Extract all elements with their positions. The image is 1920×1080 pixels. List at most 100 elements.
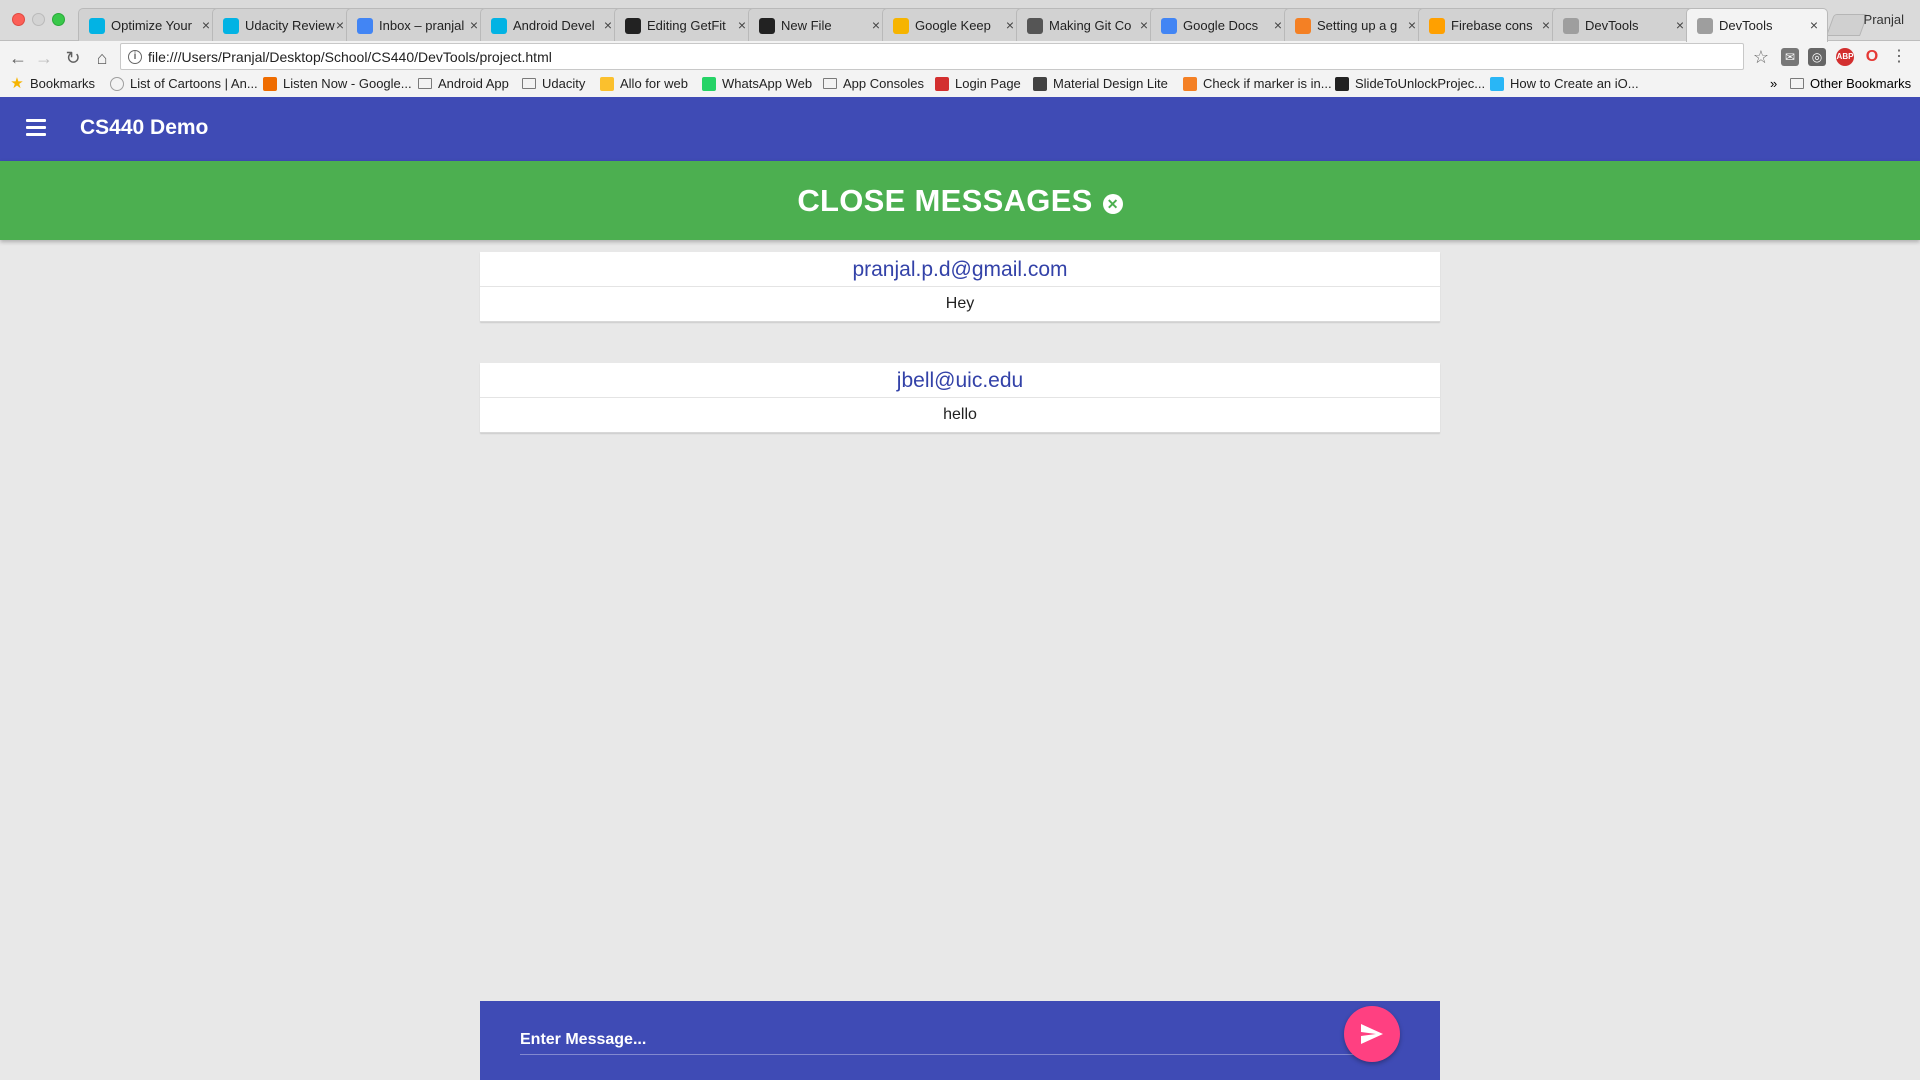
browser-tab[interactable]: New File × — [748, 8, 890, 41]
message-card: pranjal.p.d@gmail.com Hey — [480, 252, 1440, 322]
browser-tab[interactable]: Optimize Your × — [78, 8, 220, 41]
tab-label: Inbox – pranjal — [379, 18, 465, 33]
bookmark-label: List of Cartoons | An... — [130, 76, 258, 91]
browser-tab[interactable]: DevTools × — [1552, 8, 1694, 41]
browser-tab[interactable]: Udacity Review × — [212, 8, 354, 41]
message-input[interactable] — [520, 1025, 1378, 1055]
page-icon — [1563, 18, 1579, 34]
github-icon — [1335, 76, 1349, 91]
app-bar: CS440 Demo — [0, 97, 1920, 161]
bookmark-item[interactable]: Login Page — [935, 76, 1021, 91]
whatsapp-icon — [702, 76, 716, 91]
bookmark-item[interactable]: Check if marker is in... — [1183, 76, 1332, 91]
browser-tab[interactable]: DevTools × — [1686, 8, 1828, 42]
tab-label: Setting up a g — [1317, 18, 1398, 33]
tab-close-icon[interactable]: × — [1676, 17, 1684, 33]
tab-close-icon[interactable]: × — [1810, 17, 1818, 33]
info-icon[interactable]: i — [128, 50, 142, 64]
tab-close-icon[interactable]: × — [738, 17, 746, 33]
udacity-icon — [491, 18, 507, 34]
profile-name[interactable]: Pranjal — [1864, 12, 1904, 27]
udacity-icon — [89, 18, 105, 34]
tab-label: Editing GetFit — [647, 18, 726, 33]
window-close-button[interactable] — [12, 13, 25, 26]
tab-close-icon[interactable]: × — [872, 17, 880, 33]
bookmark-star-icon[interactable]: ☆ — [1752, 48, 1770, 66]
tab-close-icon[interactable]: × — [1006, 17, 1014, 33]
browser-tab[interactable]: Setting up a g × — [1284, 8, 1426, 41]
folder-icon — [522, 78, 536, 89]
adblock-icon[interactable]: ABP — [1836, 48, 1854, 66]
bookmark-item[interactable]: App Consoles — [823, 76, 924, 91]
bookmark-item[interactable]: SlideToUnlockProjec... — [1335, 76, 1485, 91]
forward-icon[interactable]: → — [31, 45, 57, 71]
bookmark-item[interactable]: Android App — [418, 76, 509, 91]
tab-label: New File — [781, 18, 832, 33]
browser-tab[interactable]: Firebase cons × — [1418, 8, 1560, 41]
reload-icon[interactable]: ↻ — [60, 45, 86, 71]
bookmark-label: WhatsApp Web — [722, 76, 813, 91]
tab-label: Udacity Review — [245, 18, 335, 33]
bookmark-item[interactable]: How to Create an iO... — [1490, 76, 1639, 91]
browser-tab[interactable]: Editing GetFit × — [614, 8, 756, 41]
browser-tab[interactable]: Google Keep × — [882, 8, 1024, 41]
angular-icon — [935, 76, 949, 91]
tab-close-icon[interactable]: × — [1140, 17, 1148, 33]
message-sender: pranjal.p.d@gmail.com — [480, 252, 1440, 287]
browser-tab[interactable]: Inbox – pranjal × — [346, 8, 488, 41]
close-circle-icon[interactable]: ✕ — [1102, 194, 1123, 214]
tab-close-icon[interactable]: × — [202, 17, 210, 33]
globe-icon — [110, 76, 124, 91]
bookmark-label: Bookmarks — [30, 76, 96, 91]
bookmarks-bar: ★ Bookmarks List of Cartoons | An... Listen… — [0, 72, 1920, 96]
menu-kebab-icon[interactable]: ⋮ — [1890, 48, 1908, 66]
new-tab-button[interactable] — [1825, 14, 1869, 36]
browser-tab[interactable]: Android Devel × — [480, 8, 622, 41]
folder-icon — [418, 78, 432, 89]
close-messages-banner[interactable]: CLOSE MESSAGES ✕ — [0, 161, 1920, 240]
browser-tab[interactable]: Making Git Co × — [1016, 8, 1158, 41]
home-icon[interactable]: ⌂ — [89, 45, 115, 71]
bookmark-item[interactable]: WhatsApp Web — [702, 76, 812, 91]
bookmark-item[interactable]: List of Cartoons | An... — [110, 76, 258, 91]
send-button[interactable] — [1344, 1006, 1400, 1062]
message-composer — [480, 1001, 1440, 1080]
bookmarks-overflow-icon[interactable]: » — [1770, 76, 1777, 91]
stackoverflow-icon — [1295, 18, 1311, 34]
bookmark-item[interactable]: Listen Now - Google... — [263, 76, 412, 91]
tab-label: Making Git Co — [1049, 18, 1132, 33]
tab-close-icon[interactable]: × — [604, 17, 612, 33]
bookmark-label: Check if marker is in... — [1203, 76, 1332, 91]
keep-icon — [893, 18, 909, 34]
other-bookmarks[interactable]: Other Bookmarks — [1790, 76, 1911, 91]
message-card: jbell@uic.edu hello — [480, 363, 1440, 433]
back-icon[interactable]: ← — [5, 45, 31, 71]
github-icon — [625, 18, 641, 34]
tab-label: Android Devel — [513, 18, 595, 33]
shield-extension-icon[interactable]: ◎ — [1808, 48, 1826, 66]
close-messages-label[interactable]: CLOSE MESSAGES — [797, 183, 1092, 219]
bookmark-item[interactable]: ★ Bookmarks — [10, 76, 96, 92]
address-bar[interactable]: i file:///Users/Pranjal/Desktop/School/C… — [120, 43, 1744, 70]
tab-close-icon[interactable]: × — [1408, 17, 1416, 33]
bookmark-item[interactable]: Allo for web — [600, 76, 688, 91]
bookmark-item[interactable]: Udacity — [522, 76, 585, 91]
tab-label: DevTools — [1585, 18, 1639, 33]
window-minimize-button[interactable] — [32, 13, 45, 26]
tab-close-icon[interactable]: × — [336, 17, 344, 33]
tab-close-icon[interactable]: × — [1542, 17, 1550, 33]
send-icon — [1361, 1024, 1383, 1044]
hamburger-menu-icon[interactable] — [26, 119, 46, 137]
tab-label: DevTools — [1719, 18, 1773, 33]
mail-extension-icon[interactable]: ✉ — [1781, 48, 1799, 66]
browser-tab[interactable]: Google Docs × — [1150, 8, 1292, 41]
window-zoom-button[interactable] — [52, 13, 65, 26]
folder-icon — [823, 78, 837, 89]
tab-close-icon[interactable]: × — [470, 17, 478, 33]
bookmark-label: SlideToUnlockProjec... — [1355, 76, 1486, 91]
message-text: hello — [480, 398, 1440, 433]
opera-icon[interactable]: O — [1863, 48, 1881, 66]
bookmark-item[interactable]: Material Design Lite — [1033, 76, 1168, 91]
docs-icon — [1161, 18, 1177, 34]
tab-close-icon[interactable]: × — [1274, 17, 1282, 33]
